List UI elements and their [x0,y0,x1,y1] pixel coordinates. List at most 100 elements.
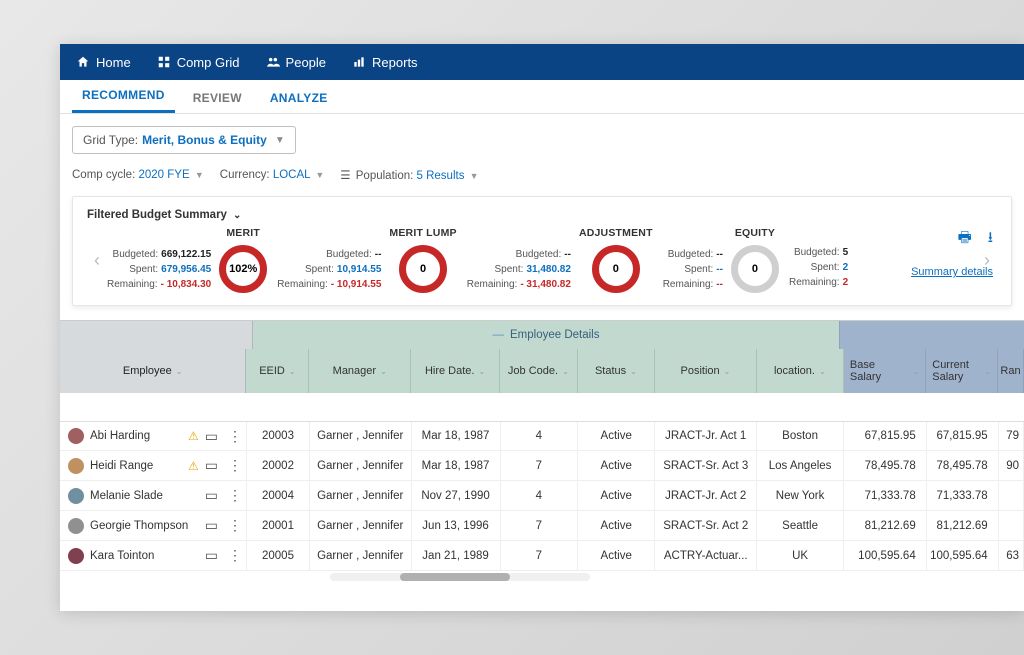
cell-job: 4 [501,481,578,510]
metric-title: MERIT [226,227,260,239]
cell-manager: Garner , Jennifer [310,481,412,510]
population-selector[interactable]: 5 Results ▼ [417,170,479,182]
table-row[interactable]: Heidi Range ⚠ ▭ ⋮ 20002 Garner , Jennife… [60,451,1024,481]
nav-comp-grid[interactable]: Comp Grid [157,55,240,70]
cell-current-salary: 67,815.95 [927,422,999,450]
col-job[interactable]: Job Code.⌄ [500,349,578,393]
warning-icon: ⚠ [188,459,199,473]
nav-home[interactable]: Home [76,55,131,70]
more-icon[interactable]: ⋮ [224,547,246,564]
more-icon[interactable]: ⋮ [224,487,246,504]
col-status[interactable]: Status⌄ [578,349,656,393]
employee-name: Heidi Range [90,460,182,472]
comment-icon[interactable]: ▭ [205,457,218,474]
metric-ring: 0 [731,245,779,293]
table-row[interactable]: Melanie Slade ▭ ⋮ 20004 Garner , Jennife… [60,481,1024,511]
filter-bar: Comp cycle: 2020 FYE ▼ Currency: LOCAL ▼… [60,160,1024,190]
population-label: Population: [356,170,414,182]
table-row[interactable]: Kara Tointon ▭ ⋮ 20005 Garner , Jennifer… [60,541,1024,571]
cell-base-salary: 78,495.78 [844,451,927,480]
grid-type-selector[interactable]: Grid Type: Merit, Bonus & Equity ▼ [72,126,296,154]
employee-name: Melanie Slade [90,490,199,502]
horizontal-scrollbar[interactable] [330,573,590,581]
more-icon[interactable]: ⋮ [224,457,246,474]
cell-base-salary: 67,815.95 [844,422,927,450]
budget-summary-card: Filtered Budget Summary ⌄ ‹ Budgeted:669… [72,196,1012,306]
summary-details-link[interactable]: Summary details [911,266,993,278]
col-manager[interactable]: Manager⌄ [309,349,411,393]
avatar [68,548,84,564]
col-hire[interactable]: Hire Date.⌄ [411,349,500,393]
cell-ran: 90 [999,451,1024,480]
cell-ran: 79 [999,422,1024,450]
filter-icon: ☰ [340,170,350,182]
employee-cell: Heidi Range ⚠ ▭ ⋮ [60,451,247,480]
nav-reports[interactable]: Reports [352,55,418,70]
people-icon [266,55,280,69]
grid-type-label: Grid Type: [83,133,138,147]
employee-cell: Melanie Slade ▭ ⋮ [60,481,247,510]
employee-name: Kara Tointon [90,550,199,562]
comment-icon[interactable]: ▭ [205,428,218,445]
cell-position: SRACT-Sr. Act 3 [655,451,757,480]
avatar [68,458,84,474]
cell-position: SRACT-Sr. Act 2 [655,511,757,540]
nav-reports-label: Reports [372,55,418,70]
col-current-salary[interactable]: Current Salary⌄ [926,349,998,393]
tab-recommend[interactable]: RECOMMEND [72,80,175,113]
col-position[interactable]: Position⌄ [655,349,757,393]
col-base-salary[interactable]: Base Salary⌄ [844,349,926,393]
cell-current-salary: 71,333.78 [927,481,999,510]
group-employee [60,321,253,349]
caret-down-icon: ▼ [275,135,285,146]
more-icon[interactable]: ⋮ [224,517,246,534]
cell-eeid: 20002 [247,451,310,480]
top-nav: Home Comp Grid People Reports [60,44,1024,80]
currency-selector[interactable]: LOCAL ▼ [273,169,324,181]
cell-base-salary: 81,212.69 [844,511,927,540]
cell-job: 4 [501,422,578,450]
cell-current-salary: 100,595.64 [927,541,999,570]
col-ran[interactable]: Ran [998,349,1024,393]
comment-icon[interactable]: ▭ [205,517,218,534]
col-eeid[interactable]: EEID⌄ [246,349,309,393]
download-icon[interactable]: ⭳ [988,227,993,252]
cell-hire: Nov 27, 1990 [412,481,501,510]
summary-toggle[interactable]: Filtered Budget Summary ⌄ [87,209,997,221]
cell-status: Active [578,422,655,450]
cell-job: 7 [501,541,578,570]
comment-icon[interactable]: ▭ [205,487,218,504]
warning-icon: ⚠ [188,429,199,443]
summary-metric: Budgeted:5 Spent:2 Remaining:2 [789,227,848,290]
cell-manager: Garner , Jennifer [310,451,412,480]
employee-cell: Kara Tointon ▭ ⋮ [60,541,247,570]
cell-location: New York [757,481,844,510]
sub-nav: RECOMMEND REVIEW ANALYZE [60,80,1024,114]
cell-manager: Garner , Jennifer [310,422,412,450]
table-row[interactable]: Georgie Thompson ▭ ⋮ 20001 Garner , Jenn… [60,511,1024,541]
cell-eeid: 20003 [247,422,310,450]
chevron-down-icon: ⌄ [233,210,241,221]
table-row[interactable]: Abi Harding ⚠ ▭ ⋮ 20003 Garner , Jennife… [60,421,1024,451]
avatar [68,428,84,444]
avatar [68,518,84,534]
employee-cell: Georgie Thompson ▭ ⋮ [60,511,247,540]
summary-metric: Budgeted:-- Spent:-- Remaining:-- EQUITY… [663,227,779,293]
more-icon[interactable]: ⋮ [224,428,246,445]
tab-review[interactable]: REVIEW [183,83,252,113]
summary-metric: Budgeted:669,122.15 Spent:679,956.45 Rem… [107,227,267,293]
summary-metric: Budgeted:-- Spent:10,914.55 Remaining:- … [277,227,457,293]
summary-prev[interactable]: ‹ [87,250,107,271]
cycle-selector[interactable]: 2020 FYE ▼ [138,169,203,181]
employee-name: Abi Harding [90,430,182,442]
tab-analyze[interactable]: ANALYZE [260,83,338,113]
cell-eeid: 20005 [247,541,310,570]
cell-location: Seattle [757,511,844,540]
nav-people[interactable]: People [266,55,326,70]
col-location[interactable]: location.⌄ [757,349,844,393]
comment-icon[interactable]: ▭ [205,547,218,564]
cell-manager: Garner , Jennifer [310,541,412,570]
print-icon[interactable]: 🖶 [958,227,972,252]
col-employee[interactable]: Employee⌄ [60,349,246,393]
cell-position: ACTRY-Actuar... [655,541,757,570]
